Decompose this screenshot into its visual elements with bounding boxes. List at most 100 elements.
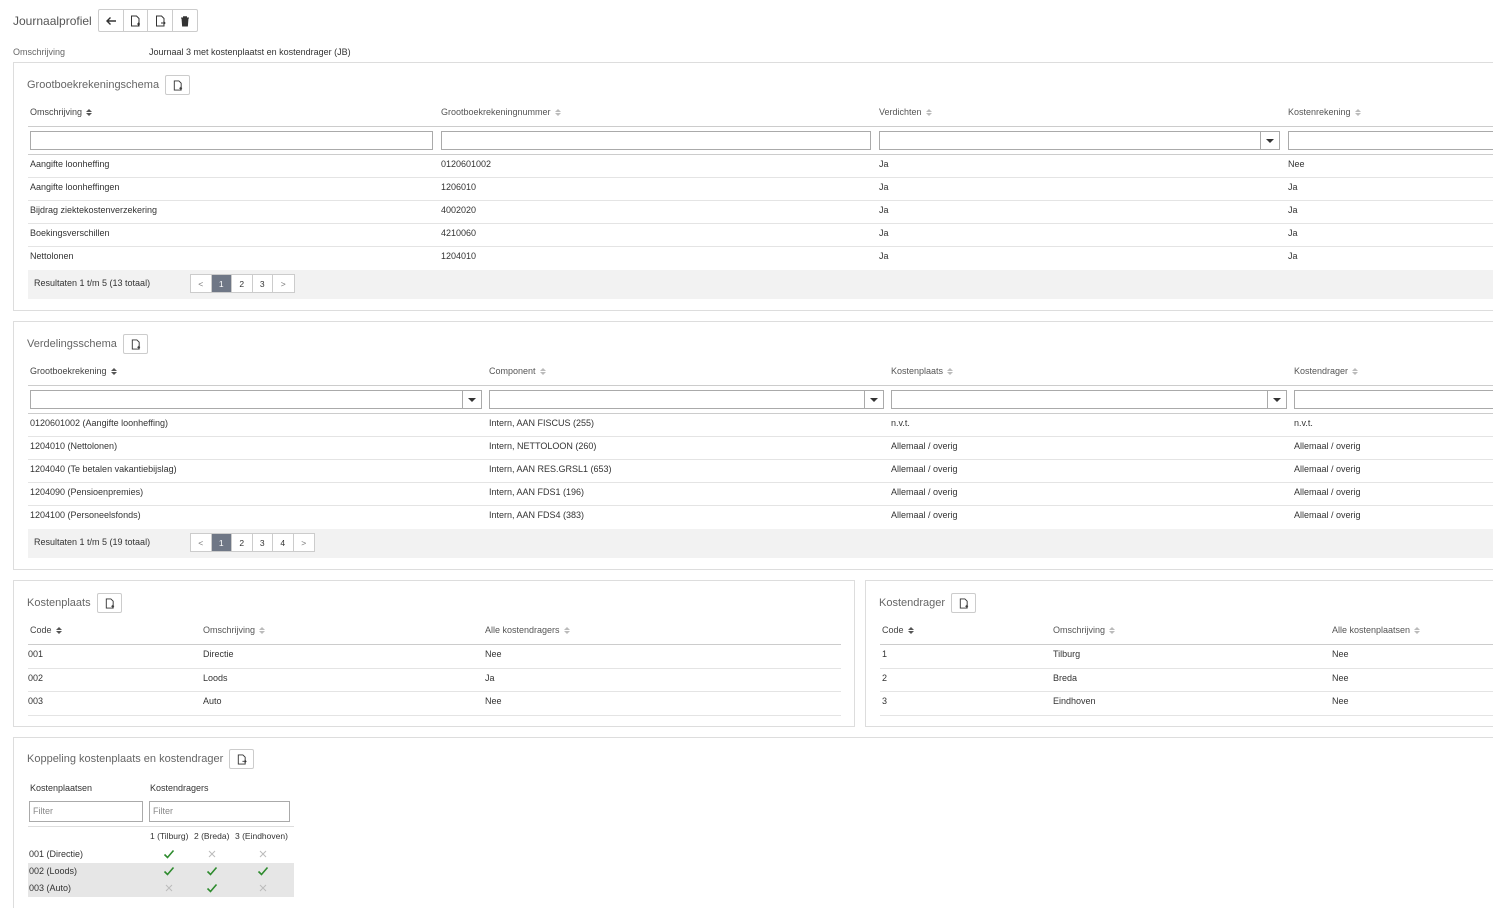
main-toolbar <box>98 9 198 32</box>
table-cell: Nee <box>1332 672 1349 683</box>
chevron-down-icon <box>1260 132 1279 149</box>
column-header-alle-kostendragers[interactable]: Alle kostendragers <box>485 625 570 635</box>
cross-icon[interactable] <box>206 848 218 860</box>
table-cell: 2 <box>882 672 888 683</box>
table-cell: Tilburg <box>1053 649 1081 659</box>
sort-icon <box>539 367 546 375</box>
pager-next-button[interactable]: > <box>294 534 315 551</box>
drager-header: 1 (Tilburg) <box>150 831 189 841</box>
checkmark-icon[interactable] <box>206 865 218 877</box>
table-cell: Allemaal / overig <box>1294 487 1361 497</box>
cross-icon[interactable] <box>257 848 269 860</box>
kostenplaatsen-filter-input[interactable]: Filter <box>29 801 143 822</box>
sort-asc-icon <box>907 626 914 634</box>
kostendragers-filter-input[interactable]: Filter <box>149 801 290 822</box>
sort-asc-icon <box>86 108 93 116</box>
filter-component-select[interactable] <box>489 390 884 409</box>
column-header-omschrijving[interactable]: Omschrijving <box>1053 625 1116 635</box>
table-cell: 1204040 (Te betalen vakantiebijslag) <box>30 464 177 474</box>
table-cell: Nee <box>1332 696 1349 706</box>
filter-kostendrager-input[interactable] <box>1294 390 1493 409</box>
back-button[interactable] <box>99 10 124 31</box>
filter-kostenplaats-select[interactable] <box>891 390 1287 409</box>
pager-next-button[interactable]: > <box>273 275 294 292</box>
add-document-icon <box>173 79 183 91</box>
row-divider <box>28 459 1493 460</box>
verdeling-results-text: Resultaten 1 t/m 5 (19 totaal) <box>34 537 151 547</box>
sort-icon <box>947 367 954 375</box>
kostenplaatsen-label: Kostenplaatsen <box>30 783 93 793</box>
column-header-grootboekrekeningnummer[interactable]: Grootboekrekeningnummer <box>441 107 561 117</box>
verdeling-add-button[interactable] <box>122 334 148 354</box>
row-divider <box>28 200 1493 201</box>
koppeling-title: Koppeling kostenplaats en kostendrager <box>27 753 224 765</box>
pager-page-4-button[interactable]: 4 <box>273 534 294 551</box>
column-header-kostenplaats[interactable]: Kostenplaats <box>891 366 954 376</box>
table-cell: Bijdrag ziektekostenverzekering <box>30 205 158 215</box>
verdeling-pager: <1 2 3 4 > <box>190 533 315 552</box>
new-document-button[interactable] <box>124 10 148 31</box>
delete-button[interactable] <box>173 10 198 31</box>
filter-grootboekrekening-select[interactable] <box>30 390 482 409</box>
column-header-omschrijving[interactable]: Omschrijving <box>203 625 266 635</box>
filter-grootboekrekeningnummer-input[interactable] <box>441 131 871 150</box>
sort-icon <box>259 626 266 634</box>
table-cell: Ja <box>879 182 889 192</box>
row-divider <box>28 436 1493 437</box>
column-header-omschrijving[interactable]: Omschrijving <box>30 107 93 117</box>
row-divider <box>880 691 1493 692</box>
kostenplaats-row-label: 002 (Loods) <box>29 866 78 876</box>
sort-asc-icon <box>55 626 62 634</box>
pager-page-3-button[interactable]: 3 <box>253 534 273 551</box>
divider <box>28 413 1493 414</box>
filter-kostenrekening-input[interactable] <box>1288 131 1493 150</box>
table-cell: Nee <box>1288 159 1305 169</box>
column-header-kostendrager[interactable]: Kostendrager <box>1294 366 1359 376</box>
column-header-code[interactable]: Code <box>882 625 914 635</box>
cross-icon[interactable] <box>163 882 175 894</box>
column-header-code[interactable]: Code <box>30 625 62 635</box>
table-cell: Aangifte loonheffingen <box>30 182 120 192</box>
pager-page-1-button[interactable]: 1 <box>211 275 232 292</box>
table-cell: 4210060 <box>441 228 477 238</box>
row-divider <box>880 667 1493 669</box>
column-header-grootboekrekening[interactable]: Grootboekrekening <box>30 366 117 376</box>
koppeling-export-button[interactable] <box>229 749 255 769</box>
table-cell: 1204090 (Pensioenpremies) <box>30 487 144 497</box>
table-cell: 1204100 (Personeelsfonds) <box>30 510 141 520</box>
checkmark-icon[interactable] <box>257 865 269 877</box>
cross-icon[interactable] <box>257 882 269 894</box>
row-divider <box>28 223 1493 224</box>
pager-page-1-button[interactable]: 1 <box>211 534 232 551</box>
export-button[interactable] <box>148 10 173 31</box>
checkmark-icon[interactable] <box>206 882 218 894</box>
column-header-verdichten[interactable]: Verdichten <box>879 107 932 117</box>
column-header-component[interactable]: Component <box>489 366 546 376</box>
verdeling-title: Verdelingsschema <box>27 338 117 350</box>
row-divider <box>28 482 1493 483</box>
table-cell: Intern, AAN RES.GRSL1 (653) <box>489 464 612 474</box>
pager-page-2-button[interactable]: 2 <box>232 275 253 292</box>
table-cell: Allemaal / overig <box>891 487 958 497</box>
table-cell: Nee <box>485 649 502 659</box>
pager-page-2-button[interactable]: 2 <box>232 534 253 551</box>
column-header-kostenrekening[interactable]: Kostenrekening <box>1288 107 1361 117</box>
checkmark-icon[interactable] <box>163 848 175 860</box>
grootboek-add-button[interactable] <box>165 75 191 95</box>
table-cell: 0120601002 <box>441 159 492 169</box>
pager-prev-button[interactable]: < <box>191 534 212 551</box>
pager-prev-button[interactable]: < <box>191 275 212 292</box>
filter-omschrijving-input[interactable] <box>30 131 433 150</box>
kostendrager-add-button[interactable] <box>951 593 977 613</box>
sort-icon <box>1354 108 1361 116</box>
table-cell: Auto <box>203 696 222 706</box>
kostenplaats-add-button[interactable] <box>96 593 122 613</box>
pager-page-3-button[interactable]: 3 <box>253 275 273 292</box>
filter-verdichten-select[interactable] <box>879 131 1280 150</box>
checkmark-icon[interactable] <box>163 865 175 877</box>
table-cell: 002 <box>28 672 44 683</box>
table-cell: 1206010 <box>441 182 477 192</box>
page-title: Journaalprofiel <box>13 14 92 28</box>
table-cell: Intern, AAN FDS1 (196) <box>489 487 585 497</box>
column-header-alle-kostenplaatsen[interactable]: Alle kostenplaatsen <box>1332 625 1421 635</box>
